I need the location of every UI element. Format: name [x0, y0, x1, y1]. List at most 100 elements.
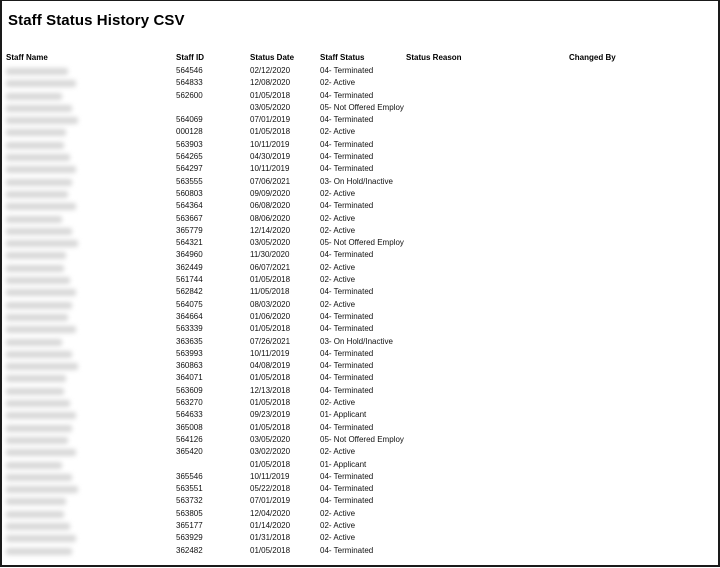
staff-id-cell: 563339 — [176, 324, 203, 334]
staff-id-cell: 562600 — [176, 90, 203, 100]
staff-id-cell: 563805 — [176, 508, 203, 518]
status-date-cell: 10/11/2019 — [250, 164, 290, 174]
staff-status-cell: 04- Terminated — [320, 139, 374, 149]
table-row: 564633 09/23/2019 01- Applicant — [2, 410, 718, 422]
staff-id-cell: 365779 — [176, 225, 203, 235]
staff-status-cell: 04- Terminated — [320, 201, 374, 211]
staff-id-cell: 564265 — [176, 152, 203, 162]
staff-id-cell: 563667 — [176, 213, 203, 223]
staff-status-cell: 04- Terminated — [320, 115, 374, 125]
staff-status-cell: 02- Active — [320, 225, 356, 235]
column-header-staff-name: Staff Name — [6, 53, 48, 62]
staff-id-cell: 563551 — [176, 484, 203, 494]
table-row: 000128 01/05/2018 02- Active — [2, 127, 718, 139]
staff-name-cell — [6, 277, 70, 285]
status-date-cell: 03/05/2020 — [250, 434, 291, 444]
status-date-cell: 10/11/2019 — [250, 139, 290, 149]
staff-id-cell: 564633 — [176, 410, 203, 420]
staff-id-cell: 363635 — [176, 336, 203, 346]
table-row: 564364 06/08/2020 04- Terminated — [2, 201, 718, 213]
staff-status-cell: 02- Active — [320, 188, 356, 198]
status-date-cell: 01/05/2018 — [250, 545, 291, 555]
staff-id-cell: 562842 — [176, 287, 203, 297]
staff-name-cell — [6, 264, 64, 272]
status-date-cell: 01/05/2018 — [250, 90, 291, 100]
table-row: 563555 07/06/2021 03- On Hold/Inactive — [2, 177, 718, 189]
staff-name-cell — [6, 313, 68, 321]
status-date-cell: 09/23/2019 — [250, 410, 291, 420]
staff-name-cell — [6, 363, 78, 371]
table-row: 563609 12/13/2018 04- Terminated — [2, 386, 718, 398]
document-page: Staff Status History CSV Staff Name Staf… — [0, 0, 720, 567]
table-row: 360863 04/08/2019 04- Terminated — [2, 361, 718, 373]
table-row: 563732 07/01/2019 04- Terminated — [2, 496, 718, 508]
staff-status-cell: 04- Terminated — [320, 545, 374, 555]
status-date-cell: 01/05/2018 — [250, 422, 291, 432]
staff-status-cell: 02- Active — [320, 508, 356, 518]
status-date-cell: 03/05/2020 — [250, 102, 291, 112]
staff-status-cell: 03- On Hold/Inactive — [320, 336, 393, 346]
staff-name-cell — [6, 252, 66, 260]
staff-status-cell: 04- Terminated — [320, 361, 374, 371]
staff-status-cell: 04- Terminated — [320, 422, 374, 432]
staff-name-cell — [6, 387, 64, 395]
staff-id-cell: 561744 — [176, 275, 203, 285]
table-row: 563805 12/04/2020 02- Active — [2, 509, 718, 521]
staff-id-cell: 365546 — [176, 471, 203, 481]
status-date-cell: 12/13/2018 — [250, 385, 291, 395]
table-row: 564546 02/12/2020 04- Terminated — [2, 66, 718, 78]
status-date-cell: 02/12/2020 — [250, 66, 291, 75]
staff-name-cell — [6, 473, 72, 481]
table-row: 564833 12/08/2020 02- Active — [2, 78, 718, 90]
table-row: 365779 12/14/2020 02- Active — [2, 226, 718, 238]
status-date-cell: 01/31/2018 — [250, 533, 291, 543]
staff-id-cell: 564069 — [176, 115, 203, 125]
staff-id-cell: 000128 — [176, 127, 203, 137]
staff-name-cell — [6, 166, 76, 174]
staff-id-cell: 564297 — [176, 164, 203, 174]
status-date-cell: 07/01/2019 — [250, 115, 291, 125]
staff-name-cell — [6, 203, 76, 211]
staff-id-cell: 564321 — [176, 238, 203, 248]
staff-status-cell: 04- Terminated — [320, 385, 374, 395]
status-date-cell: 01/05/2018 — [250, 398, 291, 408]
column-header-status-reason: Status Reason — [406, 53, 462, 62]
staff-status-cell: 02- Active — [320, 398, 356, 408]
status-date-cell: 10/11/2019 — [250, 348, 290, 358]
status-date-cell: 01/14/2020 — [250, 520, 291, 530]
column-header-status-date: Status Date — [250, 53, 295, 62]
staff-id-cell: 563270 — [176, 398, 203, 408]
staff-id-cell: 365177 — [176, 520, 203, 530]
staff-name-cell — [6, 68, 68, 75]
staff-status-cell: 02- Active — [320, 262, 356, 272]
table-row: 364071 01/05/2018 04- Terminated — [2, 373, 718, 385]
staff-id-cell: 364071 — [176, 373, 203, 383]
staff-name-cell — [6, 449, 76, 457]
staff-name-cell — [6, 338, 62, 346]
table-row: 362482 01/05/2018 04- Terminated — [2, 546, 718, 558]
table-row: 362449 06/07/2021 02- Active — [2, 263, 718, 275]
staff-name-cell — [6, 461, 62, 469]
staff-name-cell — [6, 104, 72, 112]
staff-id-cell: 563929 — [176, 533, 203, 543]
table-row: 564075 08/03/2020 02- Active — [2, 300, 718, 312]
status-date-cell: 04/08/2019 — [250, 361, 291, 371]
table-row: 564321 03/05/2020 05- Not Offered Employ — [2, 238, 718, 250]
staff-status-cell: 05- Not Offered Employ — [320, 102, 404, 112]
staff-status-cell: 04- Terminated — [320, 484, 374, 494]
staff-status-cell: 04- Terminated — [320, 348, 374, 358]
status-date-cell: 01/05/2018 — [250, 324, 291, 334]
table-row: 365008 01/05/2018 04- Terminated — [2, 423, 718, 435]
staff-id-cell: 360863 — [176, 361, 203, 371]
status-date-cell: 06/07/2021 — [250, 262, 291, 272]
staff-name-cell — [6, 178, 72, 186]
table-row: 365546 10/11/2019 04- Terminated — [2, 472, 718, 484]
status-date-cell: 11/30/2020 — [250, 250, 290, 260]
table-row: 364960 11/30/2020 04- Terminated — [2, 250, 718, 262]
column-header-changed-by: Changed By — [569, 53, 616, 62]
staff-status-cell: 02- Active — [320, 299, 356, 309]
page-title: Staff Status History CSV — [8, 12, 185, 29]
staff-id-cell: 364960 — [176, 250, 203, 260]
table-row: 364664 01/06/2020 04- Terminated — [2, 312, 718, 324]
status-date-cell: 09/09/2020 — [250, 188, 291, 198]
